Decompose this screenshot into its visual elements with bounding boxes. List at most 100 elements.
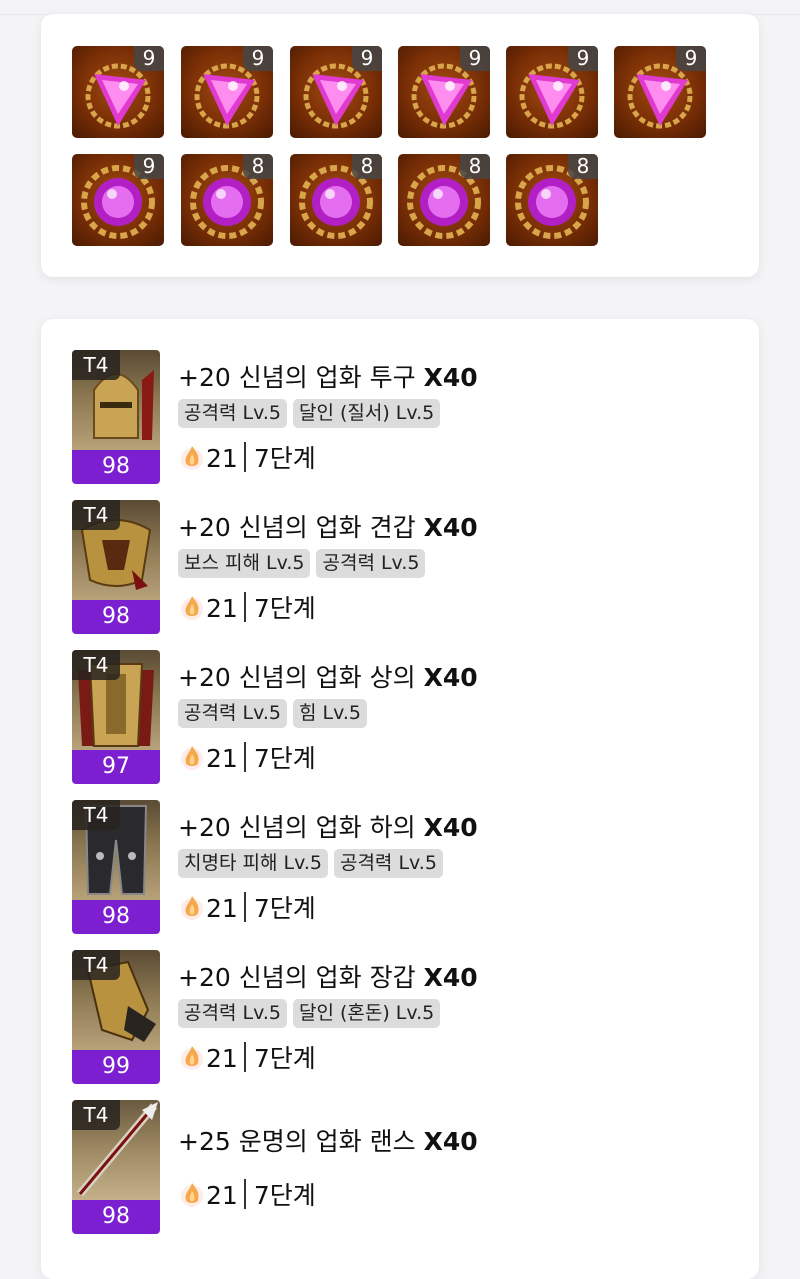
gem-annihilation[interactable]: 9 (614, 46, 706, 138)
separator (243, 592, 246, 622)
item-multiplier: X40 (423, 1127, 478, 1156)
item-name: +20 신념의 업화 상의 (178, 663, 416, 692)
gem-annihilation[interactable]: 9 (398, 46, 490, 138)
item-title: +20 신념의 업화 장갑 X40 (178, 958, 478, 994)
effect-tag: 달인 (혼돈) Lv.5 (292, 999, 441, 1028)
elixir-flame-icon (181, 746, 203, 770)
effect-tag: 공격력 Lv.5 (178, 399, 287, 428)
equipment-thumbnail: T4 98 (72, 350, 160, 484)
item-meta: 21 7단계 (178, 739, 316, 775)
gem-level-badge: 9 (460, 46, 490, 71)
transcendence-stage: 7단계 (253, 1181, 316, 1210)
item-tags: 보스 피해 Lv.5 공격력 Lv.5 (178, 549, 431, 578)
gem-annihilation[interactable]: 9 (72, 46, 164, 138)
item-meta: 21 7단계 (178, 439, 316, 475)
item-multiplier: X40 (423, 963, 478, 992)
transcendence-stage: 7단계 (253, 444, 316, 473)
separator (243, 892, 246, 922)
tier-badge: T4 (72, 350, 120, 380)
item-tags: 공격력 Lv.5 달인 (질서) Lv.5 (178, 399, 446, 428)
effect-tag: 치명타 피해 Lv.5 (178, 849, 328, 878)
equipment-row-pants[interactable]: T4 98 +20 신념의 업화 하의 X40 치명타 피해 Lv.5 공격력 L… (72, 800, 732, 934)
top-bar (0, 0, 800, 15)
tier-badge: T4 (72, 950, 120, 980)
equipment-card: T4 98 +20 신념의 업화 투구 X40 공격력 Lv.5 달인 (질서) … (41, 319, 759, 1279)
gem-crimson[interactable]: 9 (72, 154, 164, 246)
tier-badge: T4 (72, 1100, 120, 1130)
equipment-row-chest[interactable]: T4 97 +20 신념의 업화 상의 X40 공격력 Lv.5 힘 Lv.5 2… (72, 650, 732, 784)
gem-crimson[interactable]: 8 (506, 154, 598, 246)
effect-tag: 공격력 Lv.5 (333, 849, 443, 878)
quality-bar: 98 (72, 600, 160, 634)
separator (243, 1042, 246, 1072)
tier-badge: T4 (72, 800, 120, 830)
gem-crimson[interactable]: 8 (290, 154, 382, 246)
elixir-flame-icon (181, 1046, 203, 1070)
item-name: +20 신념의 업화 투구 (178, 363, 416, 392)
gem-level-badge: 9 (134, 154, 164, 179)
item-name: +25 운명의 업화 랜스 (178, 1127, 416, 1156)
transcendence-stage: 7단계 (253, 894, 316, 923)
item-multiplier: X40 (423, 663, 478, 692)
gem-level-badge: 9 (134, 46, 164, 71)
item-title: +20 신념의 업화 상의 X40 (178, 658, 478, 694)
quality-bar: 99 (72, 1050, 160, 1084)
item-title: +20 신념의 업화 하의 X40 (178, 808, 478, 844)
quality-bar: 98 (72, 1200, 160, 1234)
tier-badge: T4 (72, 500, 120, 530)
gem-annihilation[interactable]: 9 (506, 46, 598, 138)
gem-level-badge: 9 (352, 46, 382, 71)
item-multiplier: X40 (423, 513, 478, 542)
item-name: +20 신념의 업화 하의 (178, 813, 416, 842)
item-tags: 공격력 Lv.5 달인 (혼돈) Lv.5 (178, 999, 446, 1028)
item-name: +20 신념의 업화 장갑 (178, 963, 416, 992)
equipment-thumbnail: T4 99 (72, 950, 160, 1084)
elixir-flame-icon (181, 896, 203, 920)
gem-level-badge: 9 (568, 46, 598, 71)
equipment-row-helmet[interactable]: T4 98 +20 신념의 업화 투구 X40 공격력 Lv.5 달인 (질서) … (72, 350, 732, 484)
item-title: +20 신념의 업화 견갑 X40 (178, 508, 478, 544)
item-multiplier: X40 (423, 363, 478, 392)
effect-tag: 힘 Lv.5 (292, 699, 367, 728)
gem-level-badge: 8 (243, 154, 273, 179)
elixir-value: 21 (206, 894, 238, 923)
elixir-value: 21 (206, 1181, 238, 1210)
item-meta: 21 7단계 (178, 889, 316, 925)
effect-tag: 달인 (질서) Lv.5 (292, 399, 441, 428)
transcendence-stage: 7단계 (253, 744, 316, 773)
transcendence-stage: 7단계 (253, 1044, 316, 1073)
gem-level-badge: 9 (676, 46, 706, 71)
elixir-flame-icon (181, 596, 203, 620)
gem-crimson[interactable]: 8 (398, 154, 490, 246)
gem-level-badge: 8 (460, 154, 490, 179)
equipment-thumbnail: T4 98 (72, 800, 160, 934)
equipment-thumbnail: T4 97 (72, 650, 160, 784)
equipment-row-shoulder[interactable]: T4 98 +20 신념의 업화 견갑 X40 보스 피해 Lv.5 공격력 Lv… (72, 500, 732, 634)
tier-badge: T4 (72, 650, 120, 680)
gem-level-badge: 9 (243, 46, 273, 71)
elixir-value: 21 (206, 444, 238, 473)
elixir-flame-icon (181, 446, 203, 470)
item-meta: 21 7단계 (178, 1176, 316, 1212)
equipment-row-gloves[interactable]: T4 99 +20 신념의 업화 장갑 X40 공격력 Lv.5 달인 (혼돈) … (72, 950, 732, 1084)
transcendence-stage: 7단계 (253, 594, 316, 623)
equipment-thumbnail: T4 98 (72, 1100, 160, 1234)
item-name: +20 신념의 업화 견갑 (178, 513, 416, 542)
item-tags: 공격력 Lv.5 힘 Lv.5 (178, 699, 373, 728)
effect-tag: 공격력 Lv.5 (178, 999, 287, 1028)
effect-tag: 공격력 Lv.5 (316, 549, 426, 578)
elixir-value: 21 (206, 594, 238, 623)
gem-crimson[interactable]: 8 (181, 154, 273, 246)
equipment-row-weapon[interactable]: T4 98 +25 운명의 업화 랜스 X40 21 7단계 (72, 1100, 732, 1234)
item-meta: 21 7단계 (178, 1039, 316, 1075)
effect-tag: 보스 피해 Lv.5 (178, 549, 311, 578)
elixir-value: 21 (206, 1044, 238, 1073)
separator (243, 442, 246, 472)
effect-tag: 공격력 Lv.5 (178, 699, 287, 728)
gem-level-badge: 8 (568, 154, 598, 179)
gem-annihilation[interactable]: 9 (290, 46, 382, 138)
separator (243, 1179, 246, 1209)
item-meta: 21 7단계 (178, 589, 316, 625)
item-multiplier: X40 (423, 813, 478, 842)
gem-annihilation[interactable]: 9 (181, 46, 273, 138)
